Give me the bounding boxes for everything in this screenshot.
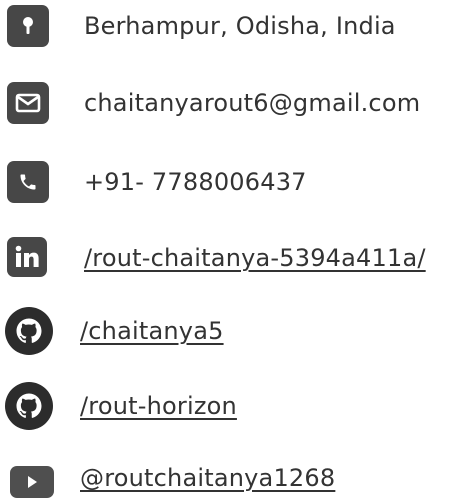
contact-row-youtube[interactable]: @routchaitanya1268 (0, 454, 461, 502)
github-primary-link[interactable]: /chaitanya5 (80, 307, 224, 355)
contact-row-linkedin[interactable]: /rout-chaitanya-5394a411a/ (0, 234, 461, 282)
contact-row-email[interactable]: chaitanyarout6@gmail.com (0, 79, 461, 127)
map-pin-icon (7, 5, 49, 47)
contact-row-github-primary[interactable]: /chaitanya5 (0, 307, 461, 355)
linkedin-icon (7, 237, 47, 277)
linkedin-link[interactable]: /rout-chaitanya-5394a411a/ (84, 234, 426, 282)
github-secondary-link[interactable]: /rout-horizon (80, 382, 237, 430)
youtube-link[interactable]: @routchaitanya1268 (80, 454, 335, 502)
envelope-icon (7, 82, 49, 124)
location-text: Berhampur, Odisha, India (84, 12, 396, 40)
contact-row-github-secondary[interactable]: /rout-horizon (0, 382, 461, 430)
youtube-icon (10, 466, 54, 498)
github-icon (5, 307, 53, 355)
phone-text: +91- 7788006437 (84, 168, 307, 196)
contact-row-phone[interactable]: +91- 7788006437 (0, 158, 461, 206)
email-link[interactable]: chaitanyarout6@gmail.com (84, 79, 420, 127)
github-icon (5, 382, 53, 430)
contact-row-location: Berhampur, Odisha, India (0, 2, 461, 50)
phone-icon (7, 161, 49, 203)
